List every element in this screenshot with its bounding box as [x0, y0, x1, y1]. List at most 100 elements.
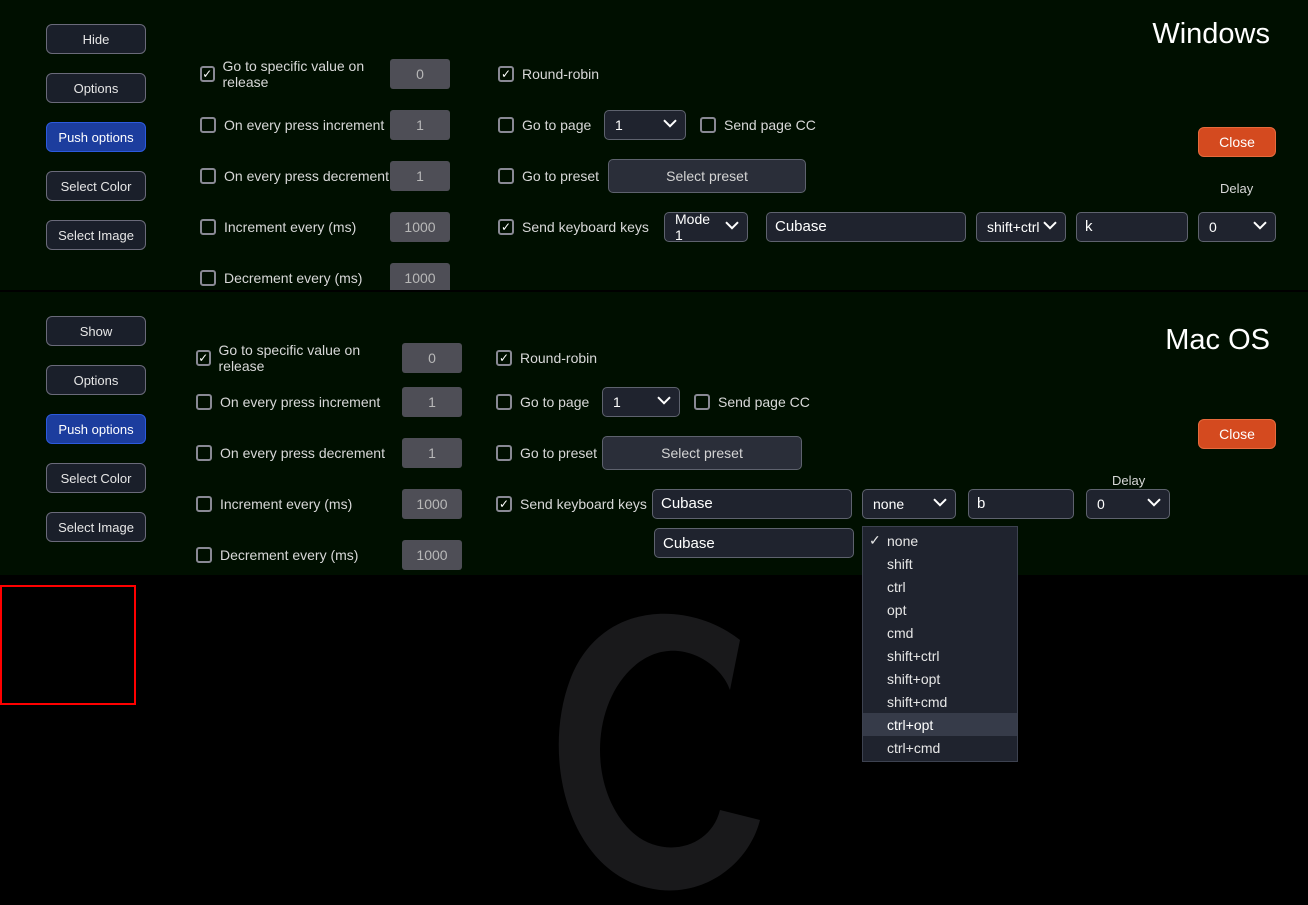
select-preset-button[interactable]: Select preset — [602, 436, 802, 470]
checkbox-send-kbd[interactable] — [498, 219, 514, 235]
checkbox-dec-press[interactable] — [196, 445, 212, 461]
options-left-win: Go to specific value on release On every… — [200, 48, 450, 303]
checkbox-round-robin[interactable] — [498, 66, 514, 82]
sidebar-mac: Show Options Push options Select Color S… — [46, 316, 146, 542]
label-goto-preset: Go to preset — [522, 168, 599, 184]
push-options-button[interactable]: Push options — [46, 414, 146, 444]
options-button[interactable]: Options — [46, 365, 146, 395]
menu-item[interactable]: ctrl — [863, 575, 1017, 598]
checkbox-goto-page[interactable] — [498, 117, 514, 133]
label-goto-page: Go to page — [522, 117, 591, 133]
key-input[interactable] — [1076, 212, 1188, 242]
delay-label: Delay — [1220, 181, 1253, 196]
chevron-down-icon — [1147, 495, 1161, 511]
label-goto-preset: Go to preset — [520, 445, 597, 461]
hide-button[interactable]: Hide — [46, 24, 146, 54]
input-dec-every[interactable] — [402, 540, 462, 570]
menu-item[interactable]: ctrl+cmd — [863, 736, 1017, 759]
checkbox-send-page-cc[interactable] — [694, 394, 710, 410]
close-button[interactable]: Close — [1198, 419, 1276, 449]
input-dec-every[interactable] — [390, 263, 450, 293]
checkbox-inc-every[interactable] — [200, 219, 216, 235]
checkbox-inc-press[interactable] — [200, 117, 216, 133]
input-inc-press[interactable] — [402, 387, 462, 417]
checkbox-dec-every[interactable] — [200, 270, 216, 286]
menu-item[interactable]: shift+cmd — [863, 690, 1017, 713]
input-goto-release[interactable] — [402, 343, 462, 373]
label-dec-every: Decrement every (ms) — [220, 547, 358, 563]
modifier-dropdown[interactable]: none — [862, 489, 956, 519]
menu-item[interactable]: opt — [863, 598, 1017, 621]
menu-item[interactable]: none — [863, 529, 1017, 552]
checkbox-dec-press[interactable] — [200, 168, 216, 184]
options-button[interactable]: Options — [46, 73, 146, 103]
checkbox-goto-release[interactable] — [196, 350, 211, 366]
menu-item[interactable]: shift+opt — [863, 667, 1017, 690]
input-dec-press[interactable] — [402, 438, 462, 468]
app-name-input-row2[interactable] — [654, 528, 854, 558]
label-round-robin: Round-robin — [520, 350, 597, 366]
os-label-windows: Windows — [1152, 18, 1270, 51]
app-name-input[interactable] — [652, 489, 852, 519]
menu-item[interactable]: shift — [863, 552, 1017, 575]
input-dec-press[interactable] — [390, 161, 450, 191]
chevron-down-icon — [1043, 218, 1057, 234]
checkbox-goto-preset[interactable] — [496, 445, 512, 461]
page-dropdown[interactable]: 1 — [604, 110, 686, 140]
menu-item[interactable]: ctrl+opt — [863, 713, 1017, 736]
input-inc-press[interactable] — [390, 110, 450, 140]
chevron-down-icon — [725, 218, 739, 234]
label-send-kbd: Send keyboard keys — [522, 219, 649, 235]
label-dec-press: On every press decrement — [220, 445, 385, 461]
checkbox-inc-every[interactable] — [196, 496, 212, 512]
delay-dropdown-value: 0 — [1097, 496, 1105, 512]
show-button[interactable]: Show — [46, 316, 146, 346]
label-inc-every: Increment every (ms) — [220, 496, 352, 512]
input-goto-release[interactable] — [390, 59, 450, 89]
modifier-dropdown-value: none — [873, 496, 904, 512]
checkbox-goto-release[interactable] — [200, 66, 215, 82]
select-image-button[interactable]: Select Image — [46, 512, 146, 542]
options-right-win: Round-robin Go to page 1 Send page CC Go… — [498, 48, 1276, 252]
label-send-page-cc: Send page CC — [718, 394, 810, 410]
page-dropdown[interactable]: 1 — [602, 387, 680, 417]
options-right-mac: Round-robin Go to page 1 Send page CC Go… — [496, 340, 1170, 529]
label-round-robin: Round-robin — [522, 66, 599, 82]
menu-item[interactable]: shift+ctrl — [863, 644, 1017, 667]
checkbox-round-robin[interactable] — [496, 350, 512, 366]
key-input[interactable] — [968, 489, 1074, 519]
checkbox-send-kbd[interactable] — [496, 496, 512, 512]
label-goto-release: Go to specific value on release — [223, 58, 391, 90]
select-preset-button[interactable]: Select preset — [608, 159, 806, 193]
label-inc-press: On every press increment — [224, 117, 384, 133]
select-image-button[interactable]: Select Image — [46, 220, 146, 250]
input-inc-every[interactable] — [390, 212, 450, 242]
menu-item[interactable]: cmd — [863, 621, 1017, 644]
mode-dropdown-value: Mode 1 — [675, 211, 719, 243]
checkbox-goto-preset[interactable] — [498, 168, 514, 184]
checkbox-dec-every[interactable] — [196, 547, 212, 563]
modifier-dropdown-value: shift+ctrl — [987, 219, 1040, 235]
select-color-button[interactable]: Select Color — [46, 463, 146, 493]
chevron-down-icon — [933, 495, 947, 511]
highlight-box — [0, 585, 136, 705]
modifier-dropdown[interactable]: shift+ctrl — [976, 212, 1066, 242]
checkbox-goto-page[interactable] — [496, 394, 512, 410]
select-color-button[interactable]: Select Color — [46, 171, 146, 201]
label-inc-every: Increment every (ms) — [224, 219, 356, 235]
mode-dropdown[interactable]: Mode 1 — [664, 212, 748, 242]
label-goto-page: Go to page — [520, 394, 589, 410]
page-dropdown-value: 1 — [613, 394, 621, 410]
label-dec-press: On every press decrement — [224, 168, 389, 184]
options-left-mac: Go to specific value on release On every… — [196, 340, 462, 580]
input-inc-every[interactable] — [402, 489, 462, 519]
chevron-down-icon — [657, 393, 671, 409]
checkbox-inc-press[interactable] — [196, 394, 212, 410]
os-label-mac: Mac OS — [1165, 324, 1270, 357]
push-options-button[interactable]: Push options — [46, 122, 146, 152]
delay-dropdown[interactable]: 0 — [1198, 212, 1276, 242]
delay-dropdown[interactable]: 0 — [1086, 489, 1170, 519]
checkbox-send-page-cc[interactable] — [700, 117, 716, 133]
label-send-page-cc: Send page CC — [724, 117, 816, 133]
app-name-input[interactable] — [766, 212, 966, 242]
